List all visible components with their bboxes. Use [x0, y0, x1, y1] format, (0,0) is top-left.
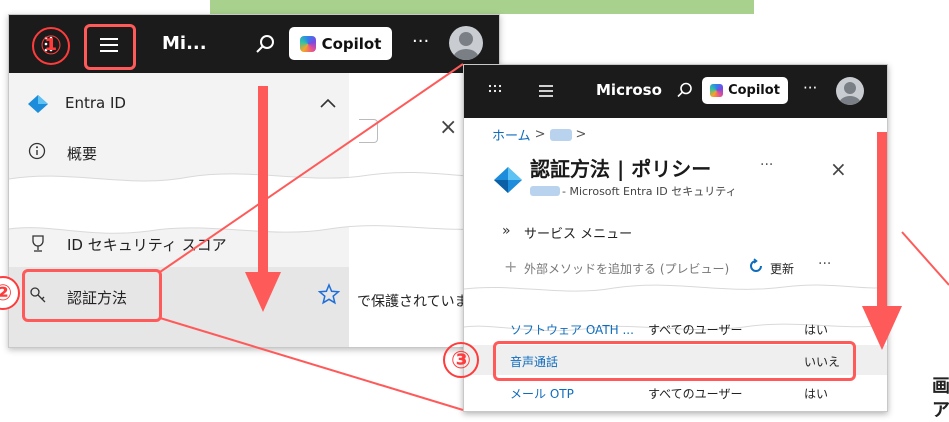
cutoff-text-2: ア	[932, 400, 949, 421]
down-arrow-left	[245, 86, 281, 312]
highlight-voice-call	[493, 341, 856, 381]
highlight-auth-methods	[22, 269, 162, 322]
down-arrow-right	[862, 132, 902, 350]
cutoff-text-1: 画	[932, 376, 949, 397]
step-3-marker: ③	[443, 342, 479, 378]
